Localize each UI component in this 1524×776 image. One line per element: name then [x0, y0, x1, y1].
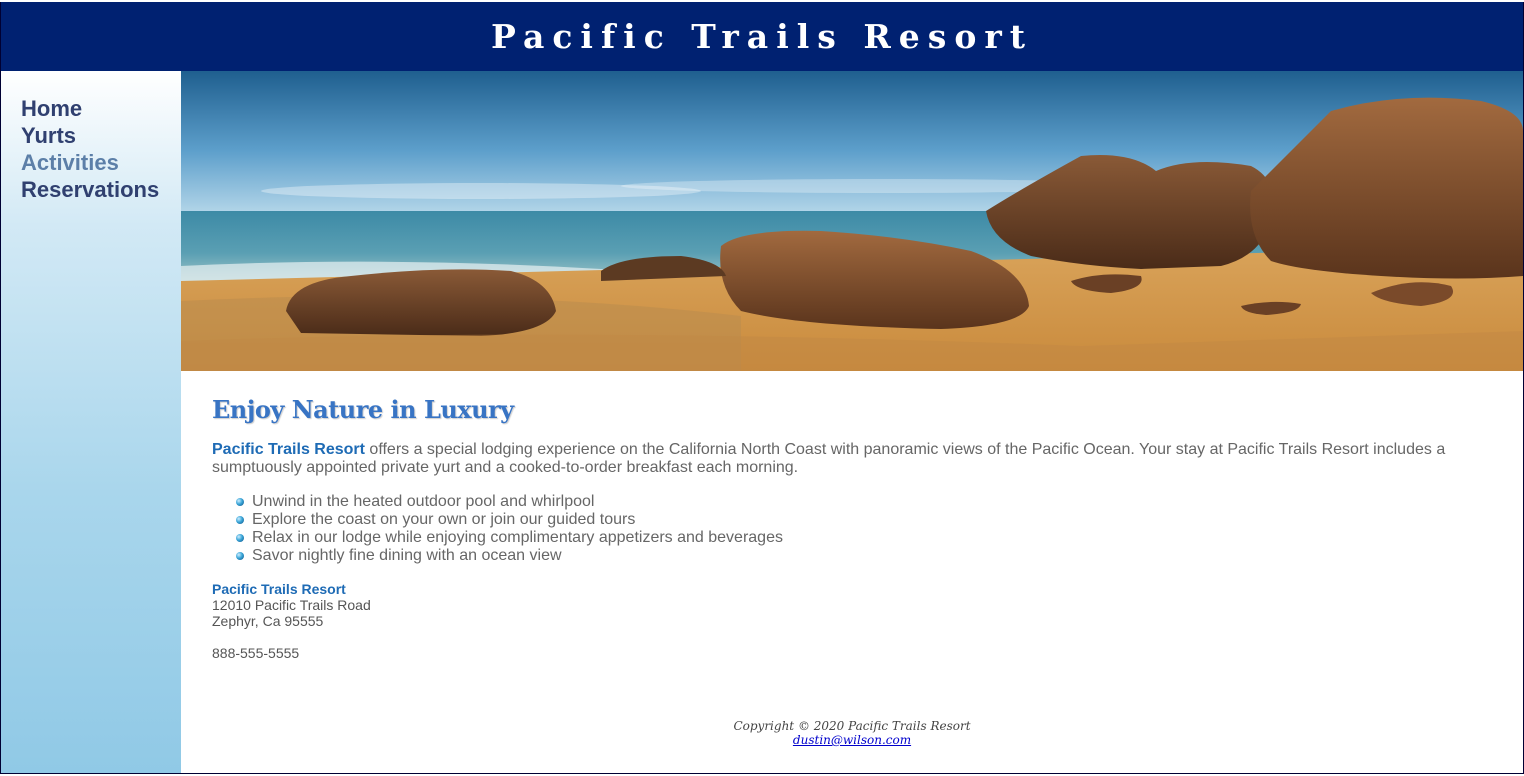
main-content: Enjoy Nature in Luxury Pacific Trails Re… — [181, 371, 1523, 661]
list-item: Savor nightly fine dining with an ocean … — [236, 547, 1523, 565]
site-header: Pacific Trails Resort — [1, 2, 1523, 71]
bullet-icon — [236, 516, 244, 524]
bullet-icon — [236, 498, 244, 506]
bullet-icon — [236, 552, 244, 560]
contact-name: Pacific Trails Resort — [212, 581, 346, 597]
site-title: Pacific Trails Resort — [491, 17, 1033, 56]
list-item: Relax in our lodge while enjoying compli… — [236, 529, 1523, 547]
perk-text: Unwind in the heated outdoor pool and wh… — [252, 493, 595, 510]
copyright-text: Copyright © 2020 Pacific Trails Resort — [733, 719, 971, 733]
perk-text: Explore the coast on your own or join ou… — [252, 511, 636, 528]
nav-activities-link[interactable]: Activities — [21, 150, 119, 175]
bullet-icon — [236, 534, 244, 542]
contact-street: 12010 Pacific Trails Road — [212, 597, 371, 613]
perk-text: Savor nightly fine dining with an ocean … — [252, 547, 562, 564]
perks-list: Unwind in the heated outdoor pool and wh… — [212, 493, 1523, 565]
intro-paragraph: Pacific Trails Resort offers a special l… — [212, 441, 1472, 477]
page-wrapper: Pacific Trails Resort Home Yurts Activit… — [0, 2, 1524, 774]
nav-reservations-link[interactable]: Reservations — [21, 177, 159, 202]
list-item: Unwind in the heated outdoor pool and wh… — [236, 493, 1523, 511]
perk-text: Relax in our lodge while enjoying compli… — [252, 529, 783, 546]
hero-coast-image — [181, 71, 1523, 371]
contact-address: Pacific Trails Resort 12010 Pacific Trai… — [212, 581, 1523, 629]
main-nav: Home Yurts Activities Reservations — [1, 71, 181, 773]
intro-resort-name: Pacific Trails Resort — [212, 441, 365, 458]
page-heading: Enjoy Nature in Luxury — [212, 395, 514, 424]
intro-text: offers a special lodging experience on t… — [212, 441, 1446, 476]
footer-email-link[interactable]: dustin@wilson.com — [793, 733, 911, 747]
list-item: Explore the coast on your own or join ou… — [236, 511, 1523, 529]
site-footer: Copyright © 2020 Pacific Trails Resort d… — [181, 719, 1523, 747]
nav-home-link[interactable]: Home — [21, 96, 82, 121]
nav-yurts-link[interactable]: Yurts — [21, 123, 76, 148]
contact-city: Zephyr, Ca 95555 — [212, 613, 324, 629]
contact-phone: 888-555-5555 — [212, 645, 300, 661]
